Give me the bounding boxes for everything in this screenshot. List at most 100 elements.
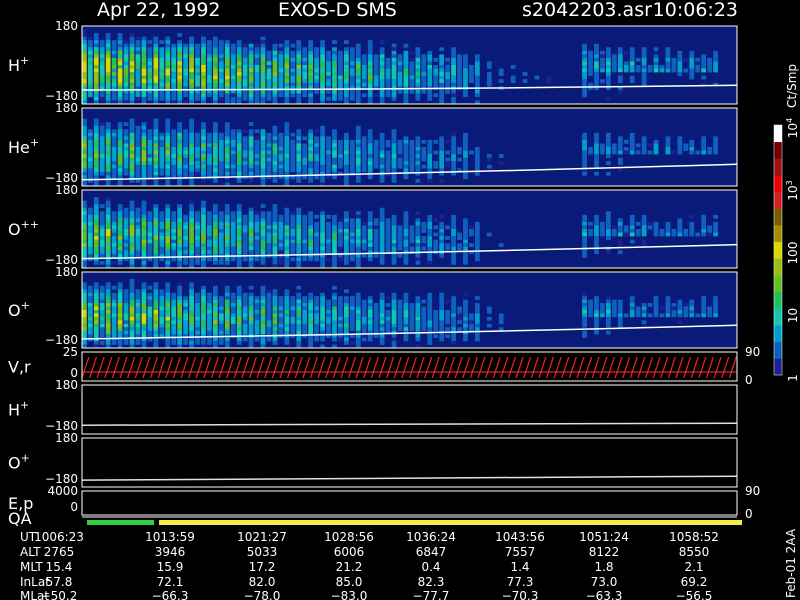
spectrogram-cell	[254, 337, 260, 342]
spectrogram-cell	[361, 310, 367, 314]
spectrogram-cell	[266, 299, 272, 304]
spectrogram-cell	[617, 72, 623, 76]
spectrogram-cell	[159, 310, 165, 314]
spectrogram-cell	[207, 306, 212, 311]
spectrogram-cell	[641, 147, 647, 151]
spectrogram-cell	[218, 337, 224, 342]
spectrogram-cell	[177, 125, 183, 130]
spectrogram-cell	[82, 82, 87, 87]
spectrogram-cell	[183, 143, 188, 148]
spectrogram-cell	[344, 61, 349, 66]
spectrogram-cell	[183, 129, 188, 134]
spectrogram-cell	[147, 330, 153, 335]
spectrogram-cell	[82, 47, 87, 52]
spectrogram-cell	[338, 246, 343, 251]
spectrogram-cell	[451, 214, 456, 219]
spectrogram-cell	[177, 93, 183, 98]
spectrogram-cell	[129, 260, 135, 265]
spectrogram-cell	[87, 225, 93, 230]
spectrogram-cell	[284, 211, 290, 216]
spectrogram-cell	[272, 47, 278, 52]
spectrogram-cell	[195, 143, 200, 148]
spectrogram-cell	[201, 200, 206, 205]
spectrogram-cell	[701, 150, 707, 155]
spectrogram-cell	[236, 313, 242, 318]
spectrogram-cell	[284, 122, 290, 127]
spectrogram-cell	[159, 161, 165, 166]
spectrogram-cell	[344, 82, 349, 87]
spectrogram-cell	[629, 136, 635, 141]
spectrogram-cell	[361, 313, 367, 318]
right-tick-top: 90	[745, 484, 760, 498]
spectrogram-cell	[207, 147, 212, 151]
spectrogram-cell	[141, 154, 147, 158]
spectrogram-cell	[367, 82, 373, 87]
spectrogram-cell	[207, 257, 212, 262]
spectrogram-cell	[439, 93, 445, 98]
spectrogram-cell	[433, 232, 439, 237]
spectrogram-cell	[147, 243, 153, 248]
spectrogram-cell	[153, 157, 159, 162]
spectrogram-cell	[308, 79, 314, 84]
spectrogram-cell	[606, 236, 611, 240]
spectrogram-cell	[123, 313, 129, 318]
spectrogram-cell	[141, 82, 147, 87]
spectrogram-cell	[218, 313, 224, 318]
spectrogram-cell	[308, 225, 314, 230]
spectrogram-cell	[641, 310, 647, 314]
spectrogram-cell	[445, 299, 450, 304]
spectrogram-cell	[141, 323, 147, 328]
spectrogram-cell	[93, 93, 99, 98]
spectrogram-cell	[284, 214, 290, 219]
spectrogram-cell	[177, 168, 183, 173]
spectrogram-cell	[135, 221, 141, 226]
spectrogram-cell	[397, 246, 403, 251]
spectrogram-cell	[617, 47, 623, 52]
spectrogram-cell	[355, 211, 361, 216]
spectrogram-cell	[445, 246, 450, 251]
spectrogram-cell	[82, 96, 87, 101]
spectrogram-cell	[82, 310, 87, 314]
spectrogram-cell	[594, 214, 599, 219]
spectrogram-cell	[201, 207, 206, 212]
spectrogram-cell	[236, 68, 242, 73]
spectrogram-cell	[296, 150, 302, 155]
spectrogram-cell	[177, 296, 183, 300]
spectrogram-cell	[189, 232, 194, 237]
spectrogram-cell	[141, 43, 147, 48]
spectrogram-cell	[195, 306, 200, 311]
spectrogram-cell	[123, 323, 129, 328]
spectrogram-cell	[123, 320, 129, 325]
spectrogram-cell	[278, 313, 284, 318]
spectrogram-cell	[195, 96, 200, 101]
spectrogram-cell	[629, 214, 635, 219]
spectrogram-cell	[367, 65, 373, 69]
spectrogram-cell	[242, 143, 248, 148]
spectrogram-cell	[332, 313, 337, 318]
spectrogram-cell	[320, 221, 325, 226]
spectrogram-cell	[224, 143, 230, 148]
spectrogram-cell	[510, 65, 516, 69]
spectrogram-cell	[183, 310, 188, 314]
spectrogram-cell	[147, 246, 153, 251]
spectrogram-cell	[99, 218, 105, 223]
spectrogram-cell	[213, 250, 218, 255]
spectrogram-cell	[475, 161, 480, 166]
spectrogram-cell	[594, 250, 599, 255]
spectrogram-cell	[254, 296, 260, 300]
spectrogram-cell	[183, 161, 188, 166]
spectrogram-cell	[195, 150, 200, 155]
spectrogram-cell	[201, 50, 206, 55]
spectrogram-cell	[361, 164, 367, 169]
spectrogram-cell	[242, 147, 248, 151]
spectrogram-cell	[218, 61, 224, 66]
spectrogram-cell	[403, 96, 409, 101]
spectrogram-cell	[248, 154, 254, 158]
spectrogram-cell	[344, 341, 349, 345]
spectrogram-cell	[379, 154, 385, 158]
spectrogram-cell	[99, 72, 105, 76]
spectrogram-cell	[129, 225, 135, 230]
spectrogram-cell	[284, 246, 290, 251]
spectrogram-cell	[302, 136, 308, 141]
spectrogram-cell	[385, 316, 391, 321]
